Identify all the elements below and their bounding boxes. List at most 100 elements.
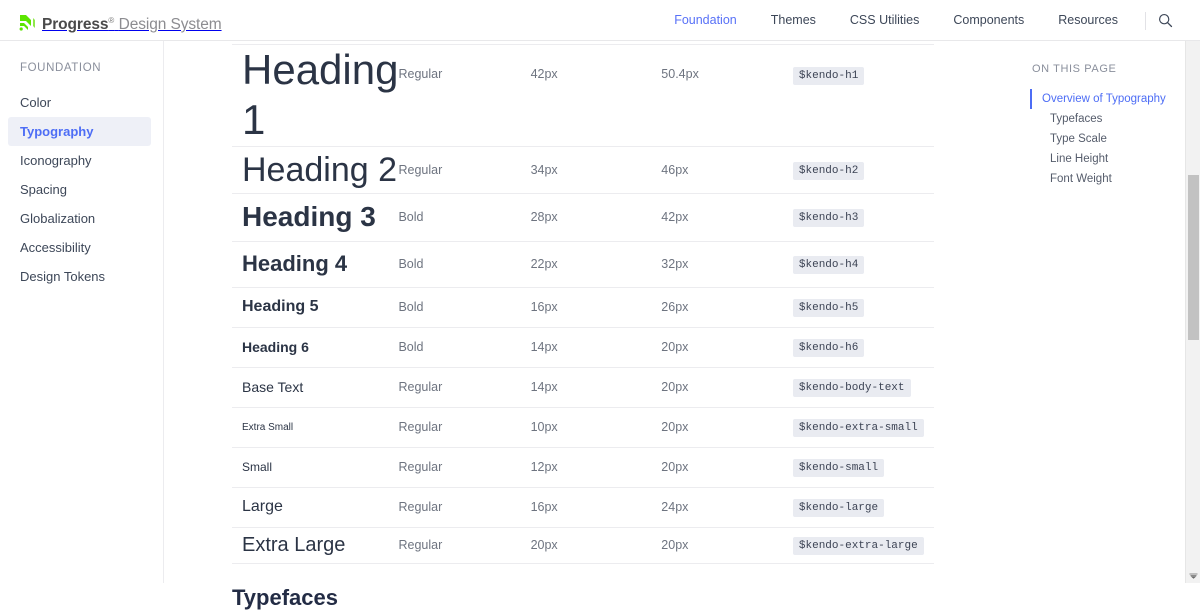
type-sample: Extra Small: [242, 421, 294, 433]
type-weight: Regular: [398, 538, 443, 553]
type-token: $kendo-h6: [792, 339, 865, 358]
type-token: $kendo-extra-small: [792, 419, 924, 438]
type-sample: Heading 5: [242, 298, 319, 316]
type-size: 12px: [530, 460, 558, 475]
brand-name: Progress: [42, 16, 109, 34]
table-row: Extra Large Regular 20px 20px $kendo-ext…: [232, 527, 934, 564]
brand-registered-mark: ®: [108, 16, 115, 25]
type-sample: Heading 6: [242, 339, 309, 356]
type-line-height: 32px: [661, 257, 689, 272]
page-scrollbar[interactable]: [1185, 41, 1200, 583]
type-size: 42px: [530, 67, 558, 81]
search-icon: [1158, 14, 1172, 28]
table-row: Heading 2 Regular 34px 46px $kendo-h2: [232, 146, 934, 194]
nav-item-resources[interactable]: Resources: [1041, 0, 1135, 41]
sidebar-item-color[interactable]: Color: [8, 88, 151, 117]
type-line-height: 50.4px: [661, 67, 699, 81]
table-row: Heading 1 Regular 42px 50.4px $kendo-h1: [232, 44, 934, 147]
type-size: 22px: [530, 257, 558, 272]
brand-suffix: Design System: [118, 16, 222, 34]
type-weight: Regular: [398, 162, 443, 177]
sidebar-item-spacing[interactable]: Spacing: [8, 175, 151, 204]
type-weight: Bold: [398, 210, 424, 225]
type-sample: Extra Large: [242, 533, 346, 556]
type-line-height: 20px: [661, 460, 689, 475]
table-row: Heading 5 Bold 16px 26px $kendo-h5: [232, 287, 934, 328]
nav-item-css-utilities[interactable]: CSS Utilities: [833, 0, 936, 41]
toc-item-typefaces[interactable]: Typefaces: [1022, 109, 1182, 129]
brand-wordmark: Progress® Design System: [42, 11, 222, 34]
type-weight: Bold: [398, 257, 424, 272]
sidebar-item-design-tokens[interactable]: Design Tokens: [8, 262, 151, 291]
toc-item-font-weight[interactable]: Font Weight: [1022, 169, 1182, 189]
main-content: Heading 1 Regular 42px 50.4px $kendo-h1 …: [164, 41, 1184, 610]
type-token: $kendo-body-text: [792, 379, 911, 398]
progress-logo-icon: [19, 15, 35, 31]
type-line-height: 46px: [661, 162, 689, 177]
type-line-height: 20px: [661, 538, 689, 553]
toc-title: ON THIS PAGE: [1032, 63, 1117, 75]
sidebar-item-typography[interactable]: Typography: [8, 117, 151, 146]
type-weight: Regular: [398, 460, 443, 475]
type-sample: Heading 4: [242, 251, 348, 277]
type-size: 20px: [530, 538, 558, 553]
nav-item-components[interactable]: Components: [936, 0, 1041, 41]
type-line-height: 26px: [661, 300, 689, 315]
table-row: Large Regular 16px 24px $kendo-large: [232, 487, 934, 528]
top-header: Progress® Design System Foundation Theme…: [0, 0, 1200, 41]
type-line-height: 24px: [661, 500, 689, 515]
type-token: $kendo-h4: [792, 256, 865, 275]
search-button[interactable]: [1150, 0, 1180, 41]
sidebar-item-iconography[interactable]: Iconography: [8, 146, 151, 175]
brand-logo-link[interactable]: Progress® Design System: [18, 11, 222, 34]
type-sample: Heading 2: [242, 150, 398, 189]
type-weight: Bold: [398, 340, 424, 355]
type-token: $kendo-large: [792, 499, 885, 518]
on-this-page-nav: ON THIS PAGE Overview of Typography Type…: [1022, 63, 1182, 189]
section-heading-typefaces: Typefaces: [232, 585, 338, 610]
sidebar-item-accessibility[interactable]: Accessibility: [8, 233, 151, 262]
table-row: Heading 4 Bold 22px 32px $kendo-h4: [232, 241, 934, 288]
nav-item-foundation[interactable]: Foundation: [657, 0, 754, 41]
type-token: $kendo-h2: [792, 161, 865, 180]
sidebar-section-title: FOUNDATION: [20, 62, 102, 74]
toc-item-type-scale[interactable]: Type Scale: [1022, 129, 1182, 149]
toc-item-overview-of-typography[interactable]: Overview of Typography: [1030, 89, 1182, 109]
type-size: 14px: [530, 340, 558, 355]
type-size: 16px: [530, 300, 558, 315]
left-sidebar: FOUNDATION Color Typography Iconography …: [0, 41, 164, 583]
type-sample: Small: [242, 460, 273, 475]
toc-item-line-height[interactable]: Line Height: [1022, 149, 1182, 169]
type-line-height: 20px: [661, 340, 689, 355]
table-row: Heading 3 Bold 28px 42px $kendo-h3: [232, 193, 934, 242]
type-line-height: 42px: [661, 210, 689, 225]
table-row: Heading 6 Bold 14px 20px $kendo-h6: [232, 327, 934, 368]
type-line-height: 20px: [661, 380, 689, 395]
type-size: 14px: [530, 380, 558, 395]
type-size: 16px: [530, 500, 558, 515]
table-row: Extra Small Regular 10px 20px $kendo-ext…: [232, 407, 934, 448]
type-sample: Heading 1: [242, 46, 399, 144]
table-row: Base Text Regular 14px 20px $kendo-body-…: [232, 367, 934, 408]
type-weight: Regular: [398, 380, 443, 395]
type-sample: Base Text: [242, 379, 304, 396]
type-size: 28px: [530, 210, 558, 225]
type-weight: Regular: [398, 420, 443, 435]
type-token: $kendo-extra-large: [792, 537, 924, 556]
type-size: 10px: [530, 420, 558, 435]
sidebar-item-globalization[interactable]: Globalization: [8, 204, 151, 233]
nav-item-themes[interactable]: Themes: [754, 0, 833, 41]
type-weight: Regular: [398, 67, 443, 81]
scroll-down-arrow-icon[interactable]: [1189, 573, 1198, 579]
type-weight: Regular: [398, 500, 443, 515]
toc-list: Overview of Typography Typefaces Type Sc…: [1022, 89, 1182, 189]
table-row: Small Regular 12px 20px $kendo-small: [232, 447, 934, 488]
type-token: $kendo-h1: [792, 67, 865, 85]
nav-divider: [1145, 11, 1146, 30]
type-token: $kendo-h3: [792, 209, 865, 228]
scrollbar-thumb[interactable]: [1188, 175, 1199, 340]
primary-navigation: Foundation Themes CSS Utilities Componen…: [657, 0, 1180, 41]
type-sample: Large: [242, 498, 283, 516]
type-weight: Bold: [398, 300, 424, 315]
type-size: 34px: [530, 162, 558, 177]
